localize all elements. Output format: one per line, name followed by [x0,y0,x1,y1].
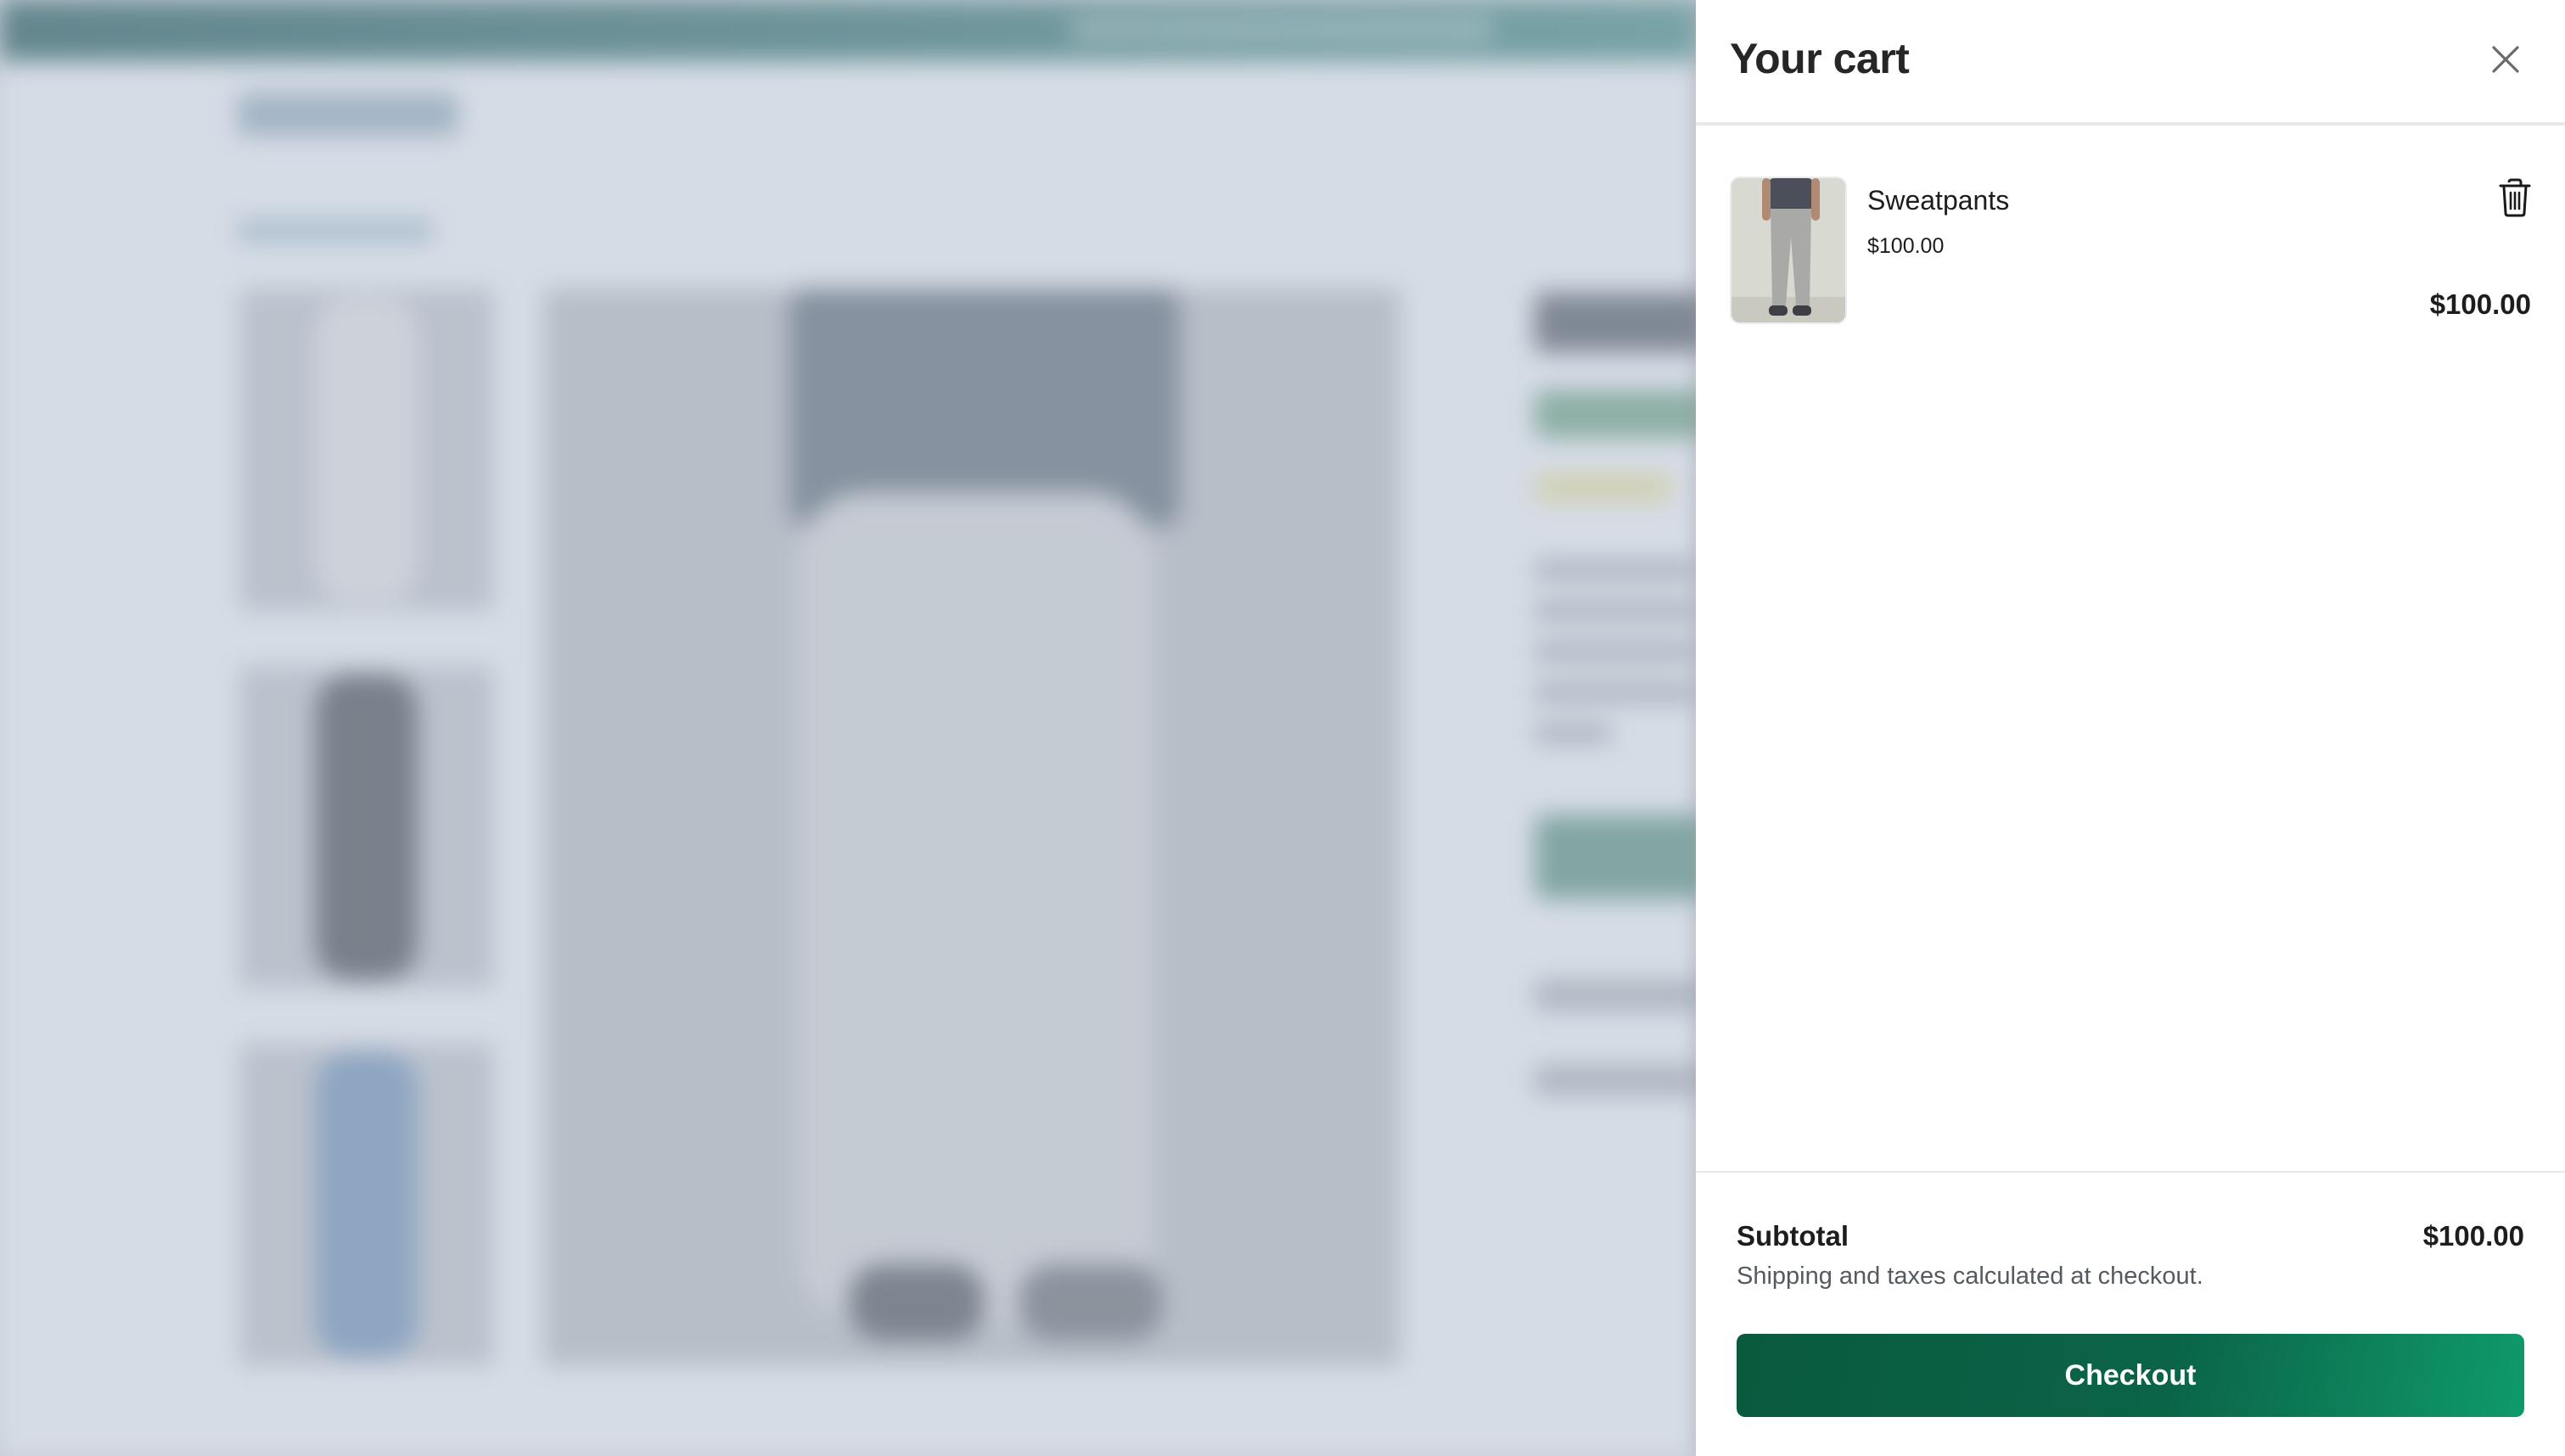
cart-header: Your cart [1696,0,2565,126]
item-unit-price: $100.00 [1867,234,1945,258]
cart-drawer: Your cart Sweatpants $100.00 $100.00 Sub… [1696,0,2565,1456]
app-root: Your cart Sweatpants $100.00 $100.00 Sub… [0,0,2565,1456]
cart-line-item: Sweatpants $100.00 $100.00 [1696,176,2565,326]
subtotal-value: $100.00 [2422,1220,2524,1252]
subtotal-label: Subtotal [1737,1220,1849,1252]
cart-footer: Subtotal $100.00 Shipping and taxes calc… [1696,1171,2565,1456]
modal-backdrop[interactable] [0,0,1698,1456]
item-line-total: $100.00 [2429,288,2531,320]
product-thumbnail[interactable] [1730,176,1847,324]
close-icon[interactable] [2485,39,2526,80]
trash-icon[interactable] [2497,178,2533,217]
cart-title: Your cart [1730,35,1910,82]
checkout-button[interactable]: Checkout [1737,1334,2524,1417]
shipping-note: Shipping and taxes calculated at checkou… [1737,1263,2203,1290]
item-name[interactable]: Sweatpants [1867,185,2009,216]
